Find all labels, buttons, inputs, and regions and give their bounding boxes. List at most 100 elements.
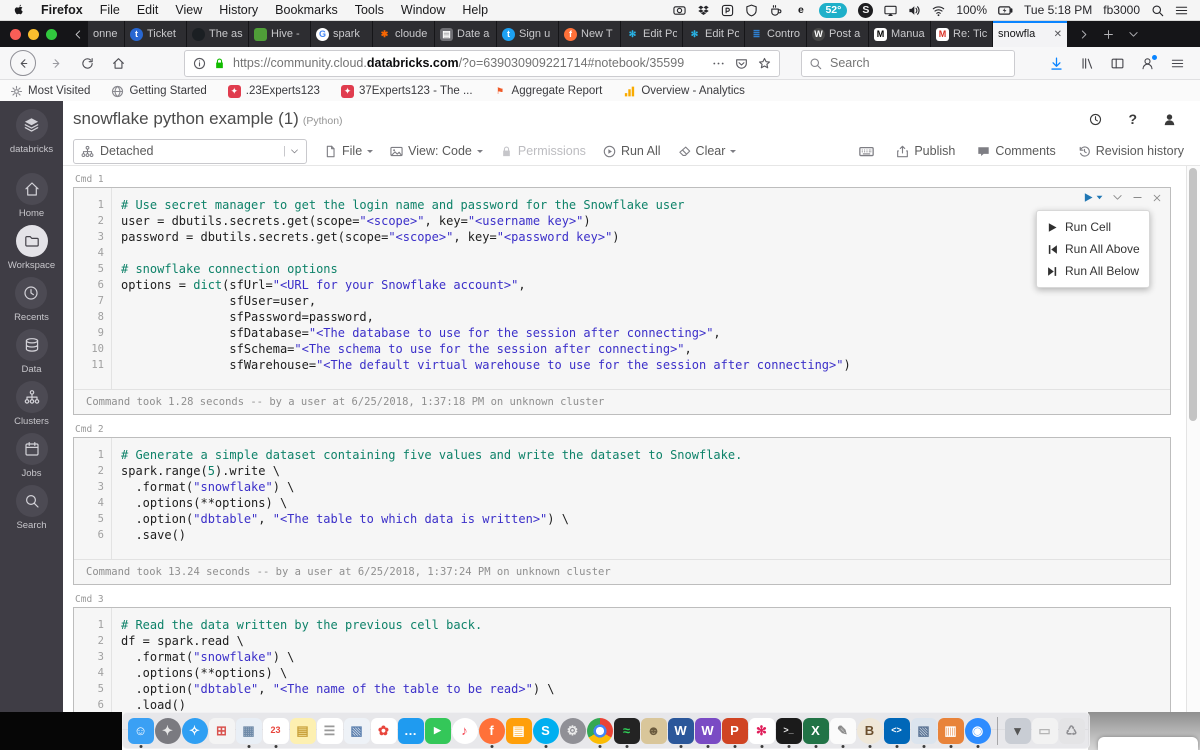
evernote-icon[interactable]: e xyxy=(793,3,808,18)
screen-capture-icon[interactable] xyxy=(673,4,686,17)
schedule-icon[interactable] xyxy=(1089,113,1102,126)
battery-icon[interactable] xyxy=(998,3,1013,18)
bookmark-aggregate-report[interactable]: ⚑Aggregate Report xyxy=(494,85,603,98)
publish-button[interactable]: Publish xyxy=(896,144,955,158)
dock-icon-files[interactable]: ▧ xyxy=(344,718,370,744)
https-lock-icon[interactable] xyxy=(213,57,226,70)
browser-tab-re-tic[interactable]: MRe: Tic xyxy=(931,21,992,47)
minimize-window-button[interactable] xyxy=(28,29,39,40)
forward-button[interactable] xyxy=(45,52,67,74)
dock-icon-zoom[interactable]: ◉ xyxy=(965,718,991,744)
dock-icon-powerpoint[interactable]: P xyxy=(722,718,748,744)
caffeine-icon[interactable] xyxy=(769,4,782,17)
tab-list-dropdown-icon[interactable] xyxy=(1128,29,1139,40)
search-input[interactable] xyxy=(828,55,1007,71)
menubar-menu-file[interactable]: File xyxy=(100,3,120,17)
bookmark-star-icon[interactable] xyxy=(758,57,771,70)
sidebar-item-home[interactable]: Home xyxy=(16,173,48,219)
apple-menu-icon[interactable] xyxy=(12,4,25,17)
zoom-window-button[interactable] xyxy=(46,29,57,40)
user-profile-icon[interactable] xyxy=(1163,113,1176,126)
sidebar-item-recents[interactable]: Recents xyxy=(14,277,49,323)
dock-icon-excel[interactable]: X xyxy=(803,718,829,744)
bookmark-37experts123-the-[interactable]: ✦37Experts123 - The ... xyxy=(341,85,473,98)
browser-tab-post-a[interactable]: WPost a xyxy=(807,21,868,47)
run-all-button[interactable]: Run All xyxy=(603,144,661,158)
browser-tab-new-t[interactable]: fNew T xyxy=(559,21,620,47)
file-menu-button[interactable]: File xyxy=(324,144,373,158)
dock-icon-safari[interactable]: ✧ xyxy=(182,718,208,744)
menu-item-run-all-above[interactable]: Run All Above xyxy=(1037,238,1149,260)
dock-icon-trash[interactable]: ♺ xyxy=(1059,718,1085,744)
dock-icon-firefox[interactable]: f xyxy=(479,718,505,744)
downloads-icon[interactable] xyxy=(1049,56,1064,71)
weather-pill[interactable]: 52° xyxy=(819,3,847,18)
browser-tab-spark[interactable]: Gspark xyxy=(311,21,372,47)
menu-item-run-all-below[interactable]: Run All Below xyxy=(1037,260,1149,282)
browser-tab-ticket[interactable]: tTicket xyxy=(125,21,186,47)
help-icon[interactable]: ? xyxy=(1128,111,1137,127)
spotlight-icon[interactable] xyxy=(1151,4,1164,17)
delete-cell-icon[interactable] xyxy=(1152,193,1162,203)
menu-item-run-cell[interactable]: Run Cell xyxy=(1037,216,1149,238)
browser-tab-hive-[interactable]: Hive - xyxy=(249,21,310,47)
cell-code-editor[interactable]: 1# Generate a simple dataset containing … xyxy=(74,438,1170,559)
tab-scroll-left-icon[interactable] xyxy=(73,21,84,47)
sidebar-item-data[interactable]: Data xyxy=(16,329,48,375)
airplay-icon[interactable] xyxy=(884,4,897,17)
notification-center-icon[interactable] xyxy=(1175,4,1188,17)
hamburger-menu-icon[interactable] xyxy=(1171,57,1184,70)
page-actions-icon[interactable] xyxy=(712,57,725,70)
dock-icon-word[interactable]: W xyxy=(668,718,694,744)
menubar-menu-edit[interactable]: Edit xyxy=(137,3,159,17)
bookmark--23experts123[interactable]: ✦.23Experts123 xyxy=(228,85,320,98)
browser-tab-onne[interactable]: onne xyxy=(88,21,124,47)
dock-icon-photos[interactable]: ✿ xyxy=(371,718,397,744)
dock-icon-facetime[interactable]: ▶ xyxy=(425,718,451,744)
sidebar-item-search[interactable]: Search xyxy=(16,485,48,531)
menubar-menu-firefox[interactable]: Firefox xyxy=(41,3,83,17)
dock-icon-preview[interactable]: ▦ xyxy=(236,718,262,744)
search-bar[interactable] xyxy=(801,50,1015,77)
sidebar-item-workspace[interactable]: Workspace xyxy=(8,225,55,271)
dock-icon-slack[interactable]: ✻ xyxy=(749,718,775,744)
dock-icon-system-preferences[interactable]: ⚙ xyxy=(560,718,586,744)
browser-tab-contro[interactable]: ≣Contro xyxy=(745,21,806,47)
view-menu-button[interactable]: View: Code xyxy=(390,144,483,158)
browser-tab-snowfla[interactable]: snowfla✕ xyxy=(993,21,1067,47)
notebook-scrollbar[interactable] xyxy=(1186,166,1200,750)
menubar-menu-history[interactable]: History xyxy=(219,3,258,17)
minimize-cell-icon[interactable] xyxy=(1132,192,1143,203)
menubar-menu-help[interactable]: Help xyxy=(462,3,488,17)
menubar-menu-window[interactable]: Window xyxy=(401,3,445,17)
browser-tab-date-a[interactable]: ▤Date a xyxy=(435,21,496,47)
menubar-menu-tools[interactable]: Tools xyxy=(355,3,384,17)
battery-percent[interactable]: 100% xyxy=(956,3,987,17)
permissions-button[interactable]: Permissions xyxy=(500,144,586,158)
close-window-button[interactable] xyxy=(10,29,21,40)
dropbox-icon[interactable] xyxy=(697,4,710,17)
url-bar[interactable]: https://community.cloud.databricks.com/?… xyxy=(184,50,780,77)
menubar-menu-view[interactable]: View xyxy=(175,3,202,17)
dock-icon-chrome[interactable] xyxy=(587,718,613,744)
dock-icon-itunes[interactable]: ♪ xyxy=(452,718,478,744)
menubar-menu-bookmarks[interactable]: Bookmarks xyxy=(275,3,338,17)
revision-history-button[interactable]: Revision history xyxy=(1078,144,1184,158)
menubar-clock[interactable]: Tue 5:18 PM xyxy=(1024,3,1092,17)
dock-icon-calendar[interactable]: 23 xyxy=(263,718,289,744)
dock-icon-skype[interactable]: S xyxy=(533,718,559,744)
dock-icon-office-w[interactable]: W xyxy=(695,718,721,744)
browser-tab-edit-po[interactable]: ✻Edit Po xyxy=(683,21,744,47)
dock-icon-textedit[interactable]: ✎ xyxy=(830,718,856,744)
dock-icon-app-grid[interactable]: ⊞ xyxy=(209,718,235,744)
tab-scroll-right-icon[interactable] xyxy=(1078,29,1089,40)
browser-tab-the-as[interactable]: The as xyxy=(187,21,248,47)
pocket-icon[interactable] xyxy=(735,57,748,70)
dock-icon-finder[interactable]: ☺ xyxy=(128,718,154,744)
comments-button[interactable]: Comments xyxy=(977,144,1055,158)
shortcuts-icon[interactable] xyxy=(859,144,874,159)
sidebar-item-jobs[interactable]: Jobs xyxy=(16,433,48,479)
browser-tab-cloude[interactable]: ✱cloude xyxy=(373,21,434,47)
shield-icon[interactable] xyxy=(745,4,758,17)
run-cell-button[interactable] xyxy=(1083,192,1103,203)
